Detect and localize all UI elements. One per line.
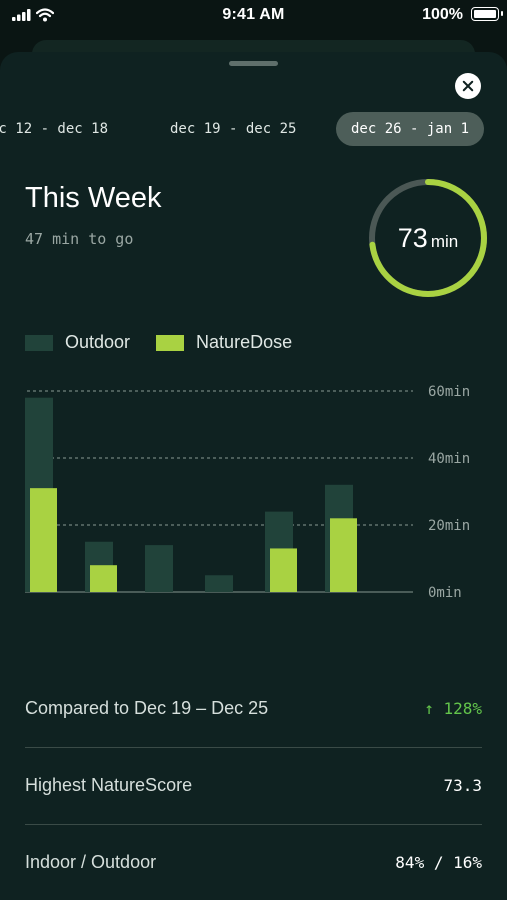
stat-label-indoor-outdoor: Indoor / Outdoor (25, 852, 157, 872)
battery-percentage: 100% (422, 6, 463, 23)
naturedose-bar (90, 565, 117, 592)
week-selector-dec19[interactable]: dec 19 - dec 25 (170, 112, 296, 146)
legend-naturedose: NatureDose (156, 332, 292, 353)
outdoor-bar (145, 545, 173, 592)
legend-outdoor-label: Outdoor (65, 332, 131, 352)
naturedose-bar (270, 548, 297, 592)
stat-value-indoor-outdoor: 84% / 16% (395, 853, 482, 872)
y-tick-label: 40min (428, 451, 470, 467)
battery-icon (471, 7, 503, 21)
stat-row-indoor-outdoor: Indoor / Outdoor 84% / 16% (25, 824, 482, 900)
y-tick-label: 0min (428, 585, 462, 601)
ring-unit: min (430, 232, 459, 251)
outdoor-bar (205, 575, 233, 592)
weekly-bar-chart: 0min20min40min60minsmtwtfs (25, 384, 470, 601)
legend-naturedose-label: NatureDose (196, 332, 293, 352)
stat-value-comparison: ↑ 128% (424, 699, 482, 718)
time-remaining: 47 min to go (25, 230, 134, 248)
progress-ring-value: 73 min (368, 178, 488, 298)
status-bar: 9:41 AM 100% (0, 0, 507, 34)
naturedose-swatch (156, 334, 185, 351)
legend-outdoor: Outdoor (25, 332, 130, 353)
page-title: This Week (25, 182, 162, 214)
close-button[interactable] (455, 73, 481, 99)
ring-minutes: 73 (397, 223, 428, 253)
naturedose-bar (330, 518, 357, 592)
y-tick-label: 60min (428, 384, 470, 400)
week-selector-dec26[interactable]: dec 26 - jan 1 (336, 112, 485, 146)
naturedose-bar (30, 488, 57, 592)
week-selector-dec12[interactable]: ec 12 - dec 18 (0, 112, 108, 146)
chart-legend: Outdoor NatureDose (25, 332, 318, 353)
y-tick-label: 20min (428, 518, 470, 534)
stat-value-highest-naturescore: 73.3 (443, 776, 482, 795)
stat-row-comparison: Compared to Dec 19 – Dec 25 ↑ 128% (25, 670, 482, 748)
stat-label-highest-naturescore: Highest NatureScore (25, 775, 193, 795)
stat-label-comparison: Compared to Dec 19 – Dec 25 (25, 698, 269, 718)
weekly-summary-sheet: ec 12 - dec 18 dec 19 - dec 25 dec 26 - … (0, 52, 507, 900)
outdoor-swatch (25, 334, 53, 351)
stat-row-highest-naturescore: Highest NatureScore 73.3 (25, 747, 482, 825)
sheet-grabber[interactable] (229, 61, 278, 66)
